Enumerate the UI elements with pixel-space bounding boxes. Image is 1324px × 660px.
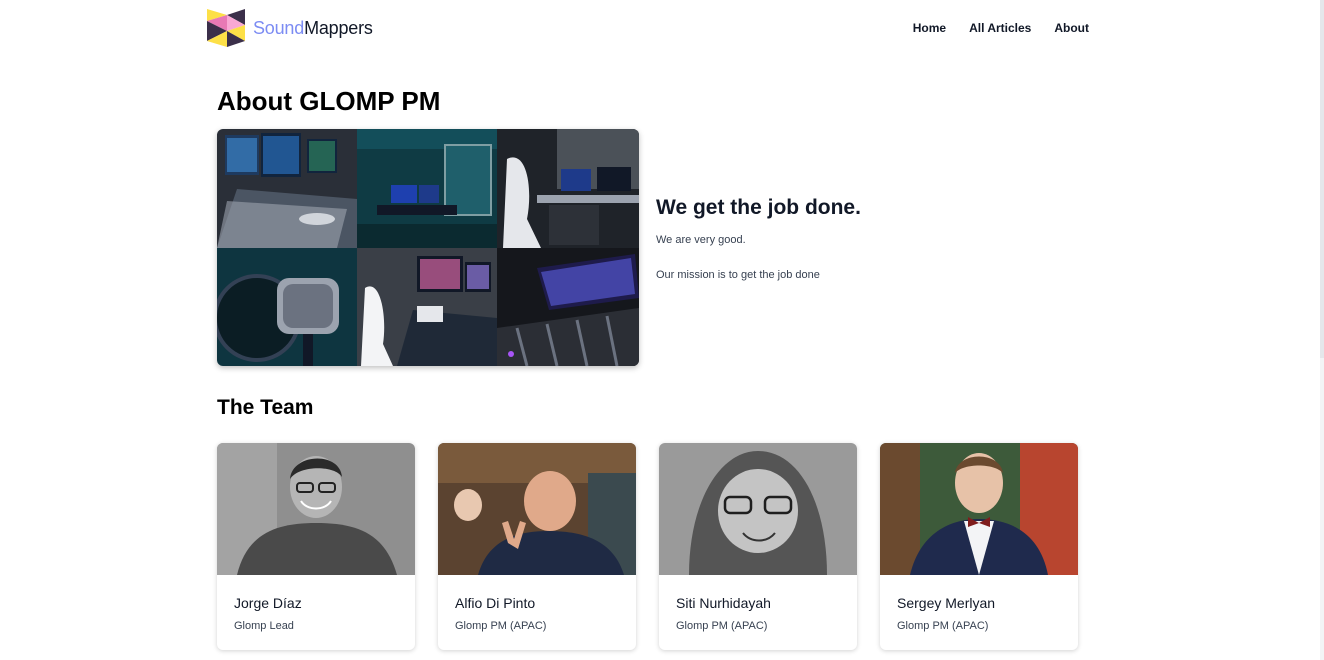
- team-heading: The Team: [217, 396, 314, 419]
- nav-all-articles[interactable]: All Articles: [969, 21, 1031, 35]
- brand-name-part1: Sound: [253, 18, 305, 38]
- soundmappers-logo-icon[interactable]: [205, 7, 247, 49]
- page-title: About GLOMP PM: [217, 86, 441, 116]
- studio-photo-fader-console: [497, 248, 639, 366]
- studio-photo-microphone: [217, 248, 357, 366]
- team-card-sergey-merlyan[interactable]: Sergey Merlyan Glomp PM (APAC): [880, 443, 1078, 650]
- team-member-photo: [217, 443, 415, 575]
- team-member-name: Siti Nurhidayah: [676, 595, 771, 611]
- team-member-photo: [880, 443, 1078, 575]
- about-paragraph-1: We are very good.: [656, 234, 746, 246]
- team-card-alfio-di-pinto[interactable]: Alfio Di Pinto Glomp PM (APAC): [438, 443, 636, 650]
- team-member-name: Jorge Díaz: [234, 595, 302, 611]
- team-member-role: Glomp Lead: [234, 620, 294, 632]
- scrollbar[interactable]: [1320, 0, 1324, 660]
- team-card-siti-nurhidayah[interactable]: Siti Nurhidayah Glomp PM (APAC): [659, 443, 857, 650]
- team-card-jorge-diaz[interactable]: Jorge Díaz Glomp Lead: [217, 443, 415, 650]
- about-paragraph-2: Our mission is to get the job done: [656, 269, 820, 281]
- main-nav: Home All Articles About: [913, 21, 1089, 35]
- brand-name-part2: Mappers: [304, 18, 373, 38]
- studio-photo-workstation: [357, 248, 497, 366]
- scrollbar-thumb[interactable]: [1320, 0, 1324, 358]
- team-member-role: Glomp PM (APAC): [897, 620, 989, 632]
- team-member-role: Glomp PM (APAC): [455, 620, 547, 632]
- team-member-photo: [438, 443, 636, 575]
- nav-about[interactable]: About: [1054, 21, 1089, 35]
- team-member-name: Alfio Di Pinto: [455, 595, 536, 611]
- nav-home[interactable]: Home: [913, 21, 946, 35]
- team-member-photo: [659, 443, 857, 575]
- studio-photo-mixing-console: [217, 129, 357, 248]
- team-member-role: Glomp PM (APAC): [676, 620, 768, 632]
- studio-photo-teal-room: [357, 129, 497, 248]
- brand-name[interactable]: SoundMappers: [253, 18, 373, 39]
- studio-photo-collage: [217, 129, 639, 366]
- tagline: We get the job done.: [656, 196, 861, 219]
- studio-photo-desk-chair: [497, 129, 639, 248]
- team-member-name: Sergey Merlyan: [897, 595, 996, 611]
